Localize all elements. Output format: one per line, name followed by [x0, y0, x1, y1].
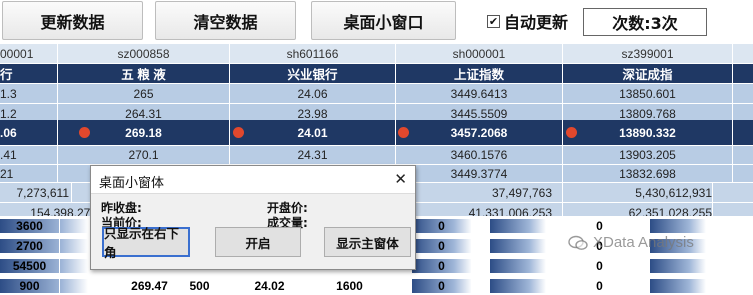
price-cell: 3457.2068	[396, 120, 563, 145]
price-cell: 265	[58, 84, 230, 103]
price-cell: 13903.205	[563, 146, 733, 164]
depth-value: 500	[170, 276, 230, 295]
code-cell: sh601166	[230, 44, 396, 63]
volume-cell: 7,273,611	[0, 183, 72, 202]
stock-name: 兴业银行	[230, 64, 396, 83]
auto-update-label: 自动更新	[504, 13, 569, 32]
watermark-text: XData Analysis	[593, 234, 694, 251]
depth-bar	[490, 279, 546, 293]
depth-row: 900 269.47 500 24.02 1600 0 0	[0, 276, 753, 295]
update-count-display: 次数:3次	[583, 8, 707, 36]
depth-value: 0	[412, 256, 472, 275]
depth-value: 0	[412, 276, 472, 295]
volume-cell: 5,430,612,931	[563, 183, 713, 202]
depth-value: 0	[570, 256, 630, 275]
depth-value: 0	[412, 216, 472, 235]
price-row: 1.3 265 24.06 3449.6413 13850.601	[0, 84, 753, 103]
depth-bar	[650, 219, 706, 233]
depth-value: 1600	[320, 276, 380, 295]
code-cell: 00001	[0, 44, 58, 63]
price-cell: 3449.3774	[396, 165, 563, 182]
update-data-button[interactable]: 更新数据	[2, 1, 143, 40]
price-row: .41 270.1 24.31 3460.1576 13903.205	[0, 146, 753, 164]
price-cell: 13890.332	[563, 120, 733, 145]
depth-value: 900	[0, 276, 60, 295]
price-cell: 3460.1576	[396, 146, 563, 164]
toolbar: 更新数据 清空数据 桌面小窗口 ✔ 自动更新 次数:3次	[0, 0, 753, 44]
code-row: 00001 sz000858 sh601166 sh000001 sz39900…	[0, 44, 753, 63]
show-bottom-right-button[interactable]: 只显示在右下角	[102, 226, 190, 260]
dialog-titlebar[interactable]: 桌面小窗体 ✕	[91, 166, 415, 194]
stock-name: 五 粮 液	[58, 64, 230, 83]
clear-data-button[interactable]: 清空数据	[155, 1, 296, 40]
depth-value: 0	[570, 276, 630, 295]
stock-name: 上证指数	[396, 64, 563, 83]
mini-window-dialog: 桌面小窗体 ✕ 昨收盘: 当前价: 开盘价: 成交量: 只显示在右下角 开启 显…	[90, 165, 416, 270]
depth-bar	[650, 279, 706, 293]
code-cell: sz000858	[58, 44, 230, 63]
dialog-title: 桌面小窗体	[99, 176, 165, 191]
name-header-row: 行 五 粮 液 兴业银行 上证指数 深证成指	[0, 64, 753, 83]
start-button[interactable]: 开启	[215, 227, 301, 257]
volume-cell: 37,497,763	[396, 183, 563, 202]
chat-bubble-icon	[568, 235, 588, 250]
show-main-window-button[interactable]: 显示主窗体	[324, 227, 411, 257]
price-cell: 24.06	[230, 84, 396, 103]
depth-bar	[490, 239, 546, 253]
price-cell: 24.01	[230, 120, 396, 145]
depth-bar	[650, 259, 706, 273]
depth-value: 24.02	[240, 276, 300, 295]
depth-bar	[490, 259, 546, 273]
close-icon[interactable]: ✕	[394, 170, 407, 188]
price-row-highlighted: .06 269.18 24.01 3457.2068 13890.332	[0, 120, 753, 145]
price-cell: .41	[0, 146, 58, 164]
price-cell: 21	[0, 165, 58, 182]
depth-value: 0	[570, 216, 630, 235]
price-cell: 3449.6413	[396, 84, 563, 103]
price-cell: 13832.698	[563, 165, 733, 182]
price-cell: 24.31	[230, 146, 396, 164]
depth-value: 0	[412, 236, 472, 255]
price-cell: 1.3	[0, 84, 58, 103]
depth-bar	[490, 219, 546, 233]
depth-value: 2700	[0, 236, 60, 255]
price-cell: 270.1	[58, 146, 230, 164]
price-cell: 13850.601	[563, 84, 733, 103]
auto-update-toggle[interactable]: ✔ 自动更新	[487, 10, 568, 32]
code-cell: sh000001	[396, 44, 563, 63]
price-cell: .06	[0, 120, 58, 145]
stock-name: 深证成指	[563, 64, 733, 83]
desktop-mini-window-button[interactable]: 桌面小窗口	[311, 1, 456, 40]
watermark: XData Analysis	[568, 234, 694, 251]
code-cell: sz399001	[563, 44, 733, 63]
auto-update-checkbox[interactable]: ✔	[487, 14, 500, 28]
depth-value: 54500	[0, 256, 60, 275]
price-cell: 269.18	[58, 120, 230, 145]
depth-value: 3600	[0, 216, 60, 235]
stock-name: 行	[0, 64, 58, 83]
